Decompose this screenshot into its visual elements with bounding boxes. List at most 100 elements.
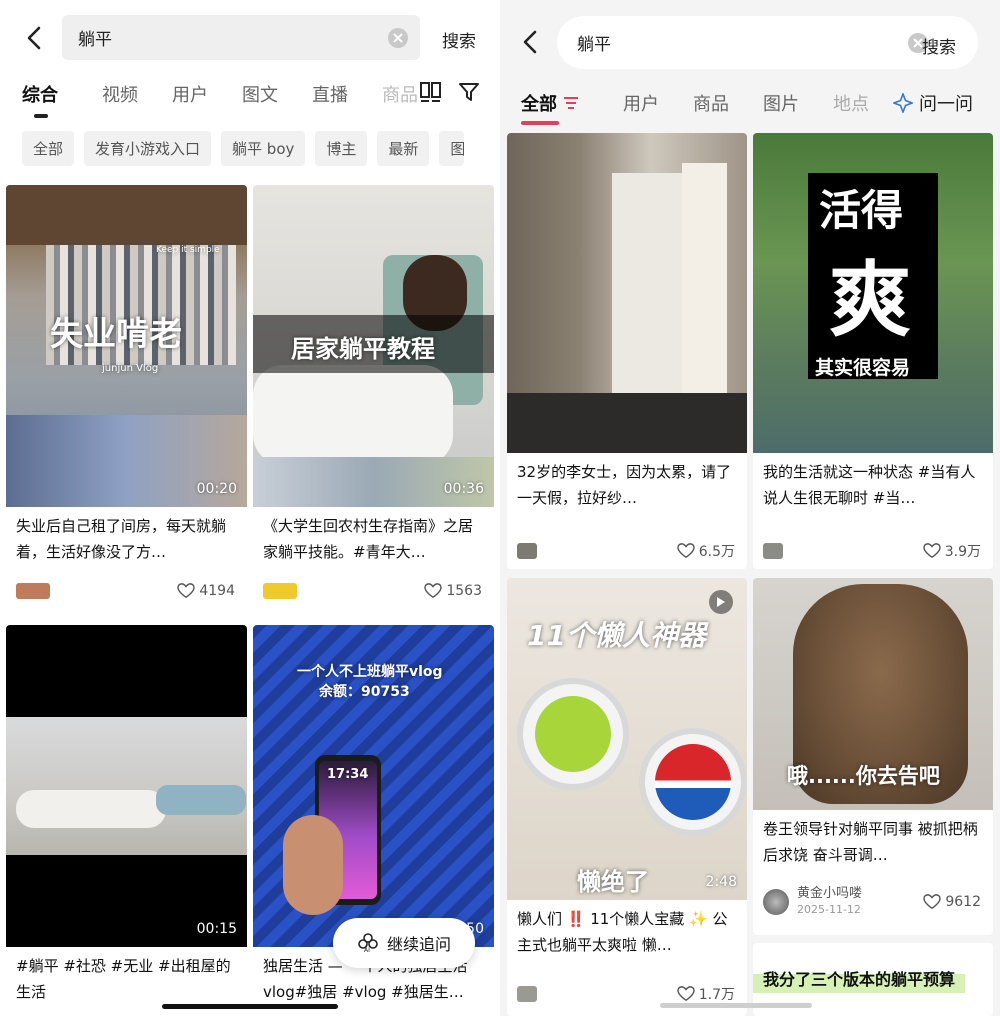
video-duration: 00:15 (196, 921, 237, 937)
video-thumbnail: 00:15 (6, 625, 247, 947)
search-button[interactable]: 搜索 (922, 33, 956, 58)
active-tab-indicator (34, 114, 48, 118)
chip-latest[interactable]: 最新 (377, 131, 430, 166)
tab-users[interactable]: 用户 (623, 90, 659, 116)
like-count[interactable]: 1.7万 (677, 984, 735, 1004)
like-count[interactable]: 1563 (424, 583, 482, 599)
tab-products[interactable]: 商品 (693, 90, 729, 116)
like-count[interactable]: 6.5万 (677, 541, 735, 561)
author[interactable]: 黄金小吗喽 2025-11-12 (763, 886, 862, 918)
card-meta: 3.9万 (763, 541, 981, 561)
continue-ask-button[interactable]: AI 继续追问 (333, 918, 475, 968)
blue-clip (639, 728, 747, 836)
overlay-caption: 一个人不上班躺平vlog (297, 664, 443, 680)
overlay-caption: 哦......你去告吧 (787, 764, 940, 788)
video-thumbnail: 居家躺平教程 00:36 (253, 185, 494, 507)
card-title: 失业后自己租了间房，每天就躺着，生活好像没了方… (16, 517, 227, 561)
tab-places[interactable]: 地点 (833, 90, 869, 116)
like-count[interactable]: 9612 (923, 894, 981, 910)
tab-users[interactable]: 用户 (172, 81, 208, 107)
tab-video[interactable]: 视频 (102, 81, 138, 107)
sticker-caption: junjun Vlog (102, 363, 159, 374)
left-screenshot: 搜索 综合 视频 用户 图文 直播 商品 全部 发育小游戏入口 躺平 boy 博… (0, 0, 500, 1016)
note-card[interactable]: 32岁的李女士，因为太累，请了一天假，拉好纱… 6.5万 (507, 133, 747, 569)
tab-live[interactable]: 直播 (312, 81, 348, 107)
spark-icon (893, 93, 913, 113)
card-meta: 黄金小吗喽 2025-11-12 9612 (763, 886, 981, 918)
filter-icon[interactable] (459, 82, 481, 106)
card-title: #躺平 #社恐 #无业 #出租屋的生活 (16, 957, 231, 1001)
note-thumbnail: 哦......你去告吧 (753, 578, 993, 810)
tab-image-text[interactable]: 图文 (242, 81, 278, 107)
like-count[interactable]: 3.9万 (923, 541, 981, 561)
video-card[interactable]: Keep it simple 失业啃老 junjun Vlog 00:20 失业… (6, 185, 247, 615)
overlay-caption-sub: 其实很容易 (815, 357, 911, 379)
chip-blogger[interactable]: 博主 (315, 131, 368, 166)
tab-images[interactable]: 图片 (763, 90, 799, 116)
chip-boy[interactable]: 躺平 boy (221, 131, 306, 166)
note-card[interactable]: 哦......你去告吧 卷王领导针对躺平同事 被抓把柄后求饶 奋斗哥调… 黄金小… (753, 578, 993, 935)
heart-icon (923, 543, 941, 559)
chip-game-entry[interactable]: 发育小游戏入口 (84, 131, 212, 166)
card-meta: 6.5万 (517, 541, 735, 561)
note-thumbnail: 活得 爽 其实很容易 (753, 133, 993, 453)
note-card[interactable]: 11个懒人神器 懒绝了 2:48 懒人们 ‼️ 11个懒人宝藏 ✨ 公主式也躺平… (507, 578, 747, 1016)
post-date: 2025-11-12 (797, 903, 861, 916)
overlay-caption-2: 余额：90753 (319, 684, 410, 700)
note-card[interactable]: 活得 爽 其实很容易 我的生活就这一种状态 #当有人说人生很无聊时 #当… 3.… (753, 133, 993, 569)
search-input-box[interactable] (557, 16, 978, 69)
card-title: 我的生活就这一种状态 #当有人说人生很无聊时 #当… (763, 463, 976, 507)
back-button[interactable] (22, 20, 46, 56)
video-duration: 00:36 (443, 481, 484, 497)
author-name: 黄金小吗喽 (797, 886, 863, 901)
green-clip (517, 678, 629, 790)
svg-text:AI: AI (364, 947, 370, 954)
video-duration: 00:20 (196, 481, 237, 497)
play-icon[interactable] (709, 590, 733, 614)
avatar (16, 583, 50, 599)
ask-button[interactable]: 问一问 (893, 90, 973, 116)
chip-all[interactable]: 全部 (22, 131, 75, 166)
avatar (763, 543, 783, 559)
card-title: 卷王领导针对躺平同事 被抓把柄后求饶 奋斗哥调… (763, 820, 978, 864)
note-thumbnail: 11个懒人神器 懒绝了 2:48 (507, 578, 747, 900)
search-input-box[interactable] (62, 15, 420, 60)
search-input[interactable] (78, 27, 388, 48)
home-indicator (660, 1003, 812, 1008)
right-screenshot: 搜索 全部 用户 商品 图片 地点 问一问 32岁的李女士，因为 (500, 0, 1000, 1016)
doorway (612, 173, 684, 423)
card-title: 懒人们 ‼️ 11个懒人宝藏 ✨ 公主式也躺平太爽啦 懒… (517, 910, 728, 954)
active-tab-indicator (521, 121, 559, 125)
back-button[interactable] (518, 24, 542, 60)
overlay-caption: 失业啃老 (50, 314, 182, 353)
clear-icon[interactable] (388, 27, 408, 48)
chip-image[interactable]: 图 (439, 131, 465, 166)
sort-icon[interactable] (563, 96, 579, 110)
person-body (253, 365, 453, 465)
video-thumbnail: 一个人不上班躺平vlog 余额：90753 17:34 0:50 (253, 625, 494, 947)
video-duration: 2:48 (705, 874, 737, 890)
chevron-left-icon (27, 26, 41, 50)
layout-toggle-icon[interactable] (420, 82, 442, 106)
heart-icon (424, 583, 443, 599)
like-count[interactable]: 4194 (177, 583, 235, 599)
card-meta: 1.7万 (517, 984, 735, 1004)
overlay-caption: 居家躺平教程 (291, 335, 435, 363)
video-thumbnail: Keep it simple 失业啃老 junjun Vlog 00:20 (6, 185, 247, 507)
search-input[interactable] (577, 32, 908, 53)
tab-products[interactable]: 商品 (382, 81, 420, 107)
blanket (156, 785, 246, 815)
tab-comprehensive[interactable]: 综合 (22, 81, 58, 118)
overlay-caption: 11个懒人神器 (527, 619, 706, 652)
person-lying (16, 790, 166, 828)
search-button[interactable]: 搜索 (442, 27, 476, 52)
avatar (517, 543, 537, 559)
card-meta: 1563 (263, 583, 482, 599)
card-title: 我分了三个版本的躺平预算 (753, 943, 966, 993)
card-title: 《大学生回农村生存指南》之居家躺平技能。#青年大… (263, 517, 474, 561)
note-thumbnail (507, 133, 747, 453)
video-card[interactable]: 居家躺平教程 00:36 《大学生回农村生存指南》之居家躺平技能。#青年大… 1… (253, 185, 494, 615)
video-card[interactable]: 00:15 #躺平 #社恐 #无业 #出租屋的生活 (6, 625, 247, 1016)
ai-flower-icon: AI (358, 933, 378, 954)
tab-all[interactable]: 全部 (521, 90, 579, 125)
